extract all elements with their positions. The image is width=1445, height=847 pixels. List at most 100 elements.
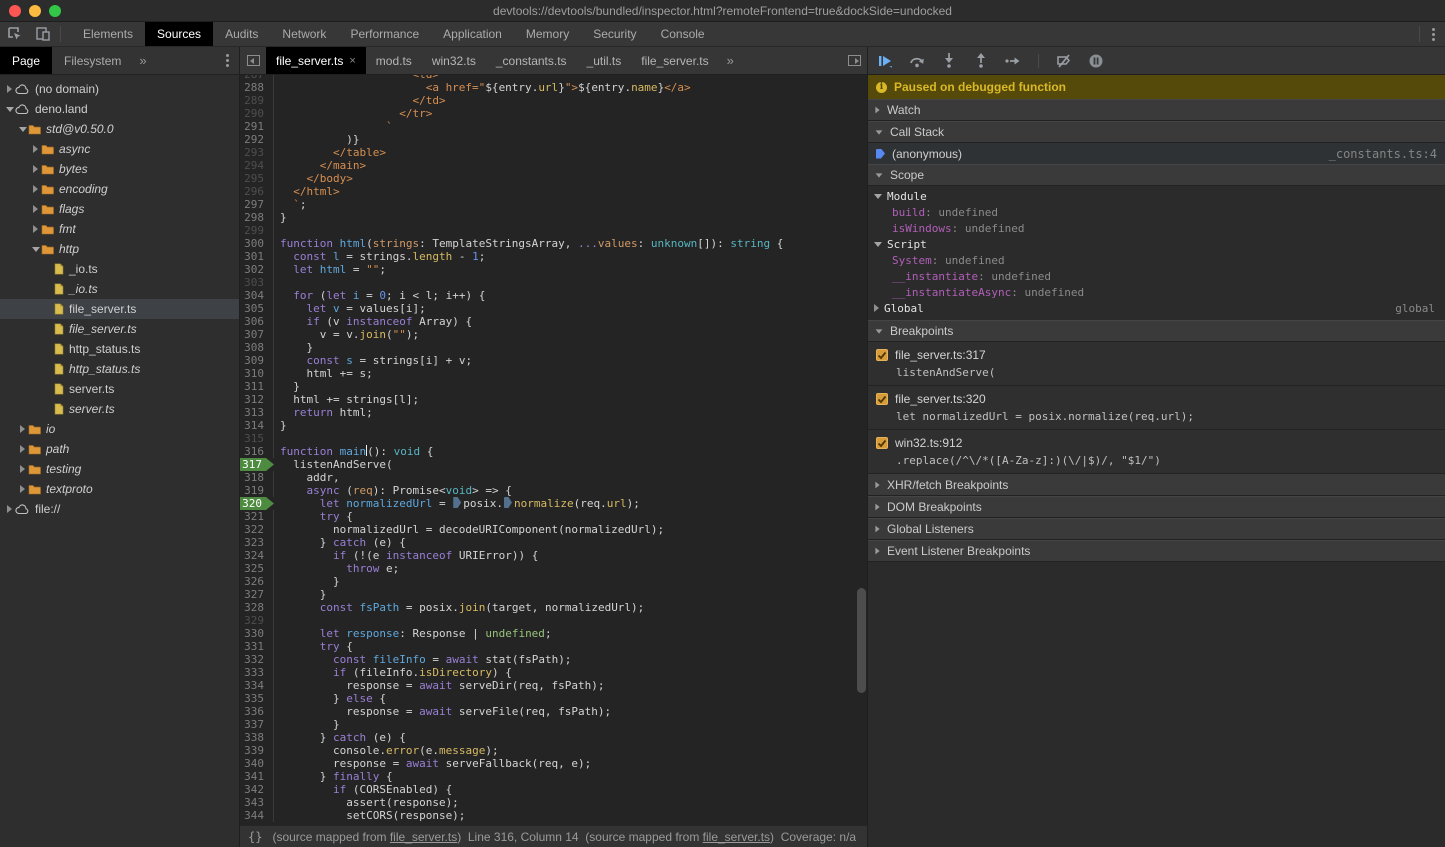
line-number[interactable]: 292	[240, 133, 274, 146]
line-number[interactable]: 310	[240, 367, 274, 380]
kebab-menu-icon[interactable]	[1422, 22, 1445, 46]
scope-group-script[interactable]: Script	[868, 236, 1445, 252]
chevron-down-icon[interactable]	[874, 194, 882, 199]
line-number[interactable]: 316	[240, 445, 274, 458]
tree-item-bytes[interactable]: bytes	[0, 159, 239, 179]
resume-icon[interactable]	[876, 52, 894, 70]
line-number[interactable]: 343	[240, 796, 274, 809]
line-number[interactable]: 328	[240, 601, 274, 614]
tree-item-flags[interactable]: flags	[0, 199, 239, 219]
breakpoint-line-number[interactable]: 320	[240, 497, 274, 510]
line-number[interactable]: 333	[240, 666, 274, 679]
code-line-content[interactable]: }	[274, 575, 340, 588]
editor-scrollbar[interactable]	[857, 588, 866, 693]
line-number[interactable]: 295	[240, 172, 274, 185]
navigator-tab-page[interactable]: Page	[0, 47, 52, 74]
editor-tab--constants-ts[interactable]: _constants.ts	[486, 47, 577, 74]
editor-tab-mod-ts[interactable]: mod.ts	[366, 47, 422, 74]
line-number[interactable]: 325	[240, 562, 274, 575]
line-number[interactable]: 296	[240, 185, 274, 198]
line-number[interactable]: 336	[240, 705, 274, 718]
breakpoint-checkbox[interactable]	[876, 437, 888, 449]
scope-property[interactable]: build: undefined	[868, 204, 1445, 220]
step-over-icon[interactable]	[908, 52, 926, 70]
line-number[interactable]: 300	[240, 237, 274, 250]
line-number[interactable]: 293	[240, 146, 274, 159]
breakpoint-line-number[interactable]: 317	[240, 458, 274, 471]
scope-property[interactable]: System: undefined	[868, 252, 1445, 268]
line-number[interactable]: 299	[240, 224, 274, 237]
dom-breakpoints-section-header[interactable]: DOM Breakpoints	[868, 496, 1445, 518]
line-number[interactable]: 288	[240, 81, 274, 94]
editor-tab--util-ts[interactable]: _util.ts	[577, 47, 632, 74]
code-line-content[interactable]: }	[274, 211, 287, 224]
code-line-content[interactable]: html += strings[l];	[274, 393, 419, 406]
chevron-right-icon[interactable]	[30, 205, 41, 213]
hide-navigator-icon[interactable]	[240, 47, 266, 74]
code-line-content[interactable]: <a href="${entry.url}">${entry.name}</a>	[274, 81, 691, 94]
tree-item--io-ts[interactable]: _io.ts	[0, 259, 239, 279]
code-line-content[interactable]: } catch (e) {	[274, 536, 406, 549]
scope-group-module[interactable]: Module	[868, 188, 1445, 204]
show-debugger-icon[interactable]	[848, 55, 861, 66]
line-number[interactable]: 334	[240, 679, 274, 692]
code-line-content[interactable]: </html>	[274, 185, 340, 198]
line-number[interactable]: 313	[240, 406, 274, 419]
step-out-icon[interactable]	[972, 52, 990, 70]
code-line-content[interactable]: `;	[274, 198, 307, 211]
pause-on-exceptions-icon[interactable]	[1087, 52, 1105, 70]
line-number[interactable]: 298	[240, 211, 274, 224]
code-line-content[interactable]: const l = strings.length - 1;	[274, 250, 485, 263]
scope-property[interactable]: isWindows: undefined	[868, 220, 1445, 236]
line-number[interactable]: 291	[240, 120, 274, 133]
code-line-content[interactable]: setCORS(response);	[274, 809, 465, 822]
line-number[interactable]: 331	[240, 640, 274, 653]
close-tab-icon[interactable]: ×	[349, 55, 355, 67]
code-line-content[interactable]	[274, 614, 280, 627]
line-number[interactable]: 315	[240, 432, 274, 445]
inline-breakpoint-marker-icon[interactable]	[453, 497, 461, 508]
tree-item-server-ts[interactable]: server.ts	[0, 399, 239, 419]
line-number[interactable]: 330	[240, 627, 274, 640]
event-listener-breakpoints-section-header[interactable]: Event Listener Breakpoints	[868, 540, 1445, 562]
editor-tab-file-server-ts[interactable]: file_server.ts	[631, 47, 718, 74]
tree-item-file-server-ts[interactable]: file_server.ts	[0, 299, 239, 319]
line-number[interactable]: 302	[240, 263, 274, 276]
code-line-content[interactable]: }	[274, 380, 300, 393]
line-number[interactable]: 290	[240, 107, 274, 120]
line-number[interactable]: 311	[240, 380, 274, 393]
editor-tab-file-server-ts[interactable]: file_server.ts×	[266, 47, 366, 74]
code-line-content[interactable]: let response: Response | undefined;	[274, 627, 552, 640]
tab-elements[interactable]: Elements	[71, 22, 145, 46]
code-line-content[interactable]: )}	[274, 133, 359, 146]
inline-breakpoint-marker-icon[interactable]	[504, 497, 512, 508]
code-line-content[interactable]: let normalizedUrl = posix.normalize(req.…	[274, 497, 640, 510]
tab-audits[interactable]: Audits	[213, 22, 270, 46]
line-number[interactable]: 344	[240, 809, 274, 822]
xhr-fetch-breakpoints-section-header[interactable]: XHR/fetch Breakpoints	[868, 474, 1445, 496]
chevron-right-icon[interactable]	[4, 85, 15, 93]
line-number[interactable]: 339	[240, 744, 274, 757]
tab-sources[interactable]: Sources	[145, 22, 213, 46]
code-line-content[interactable]: response = await serveDir(req, fsPath);	[274, 679, 605, 692]
code-line-content[interactable]: }	[274, 341, 313, 354]
scope-property[interactable]: __instantiate: undefined	[868, 268, 1445, 284]
code-line-content[interactable]: function main(): void {	[274, 445, 433, 458]
code-line-content[interactable]: </table>	[274, 146, 386, 159]
breakpoint-entry[interactable]: file_server.ts:320let normalizedUrl = po…	[868, 386, 1445, 430]
line-number[interactable]: 337	[240, 718, 274, 731]
code-line-content[interactable]: const s = strings[i] + v;	[274, 354, 472, 367]
code-line-content[interactable]: addr,	[274, 471, 340, 484]
code-line-content[interactable]: async (req): Promise<void> => {	[274, 484, 512, 497]
code-line-content[interactable]: } finally {	[274, 770, 393, 783]
tree-item-fmt[interactable]: fmt	[0, 219, 239, 239]
chevron-right-icon[interactable]	[30, 145, 41, 153]
code-line-content[interactable]: try {	[274, 640, 353, 653]
line-number[interactable]: 340	[240, 757, 274, 770]
code-line-content[interactable]: `	[274, 120, 393, 133]
tree-item-http-status-ts[interactable]: http_status.ts	[0, 359, 239, 379]
code-line-content[interactable]: }	[274, 718, 340, 731]
source-map-link[interactable]: file_server.ts	[390, 830, 457, 844]
code-line-content[interactable]: for (let i = 0; i < l; i++) {	[274, 289, 485, 302]
watch-section-header[interactable]: Watch	[868, 99, 1445, 121]
